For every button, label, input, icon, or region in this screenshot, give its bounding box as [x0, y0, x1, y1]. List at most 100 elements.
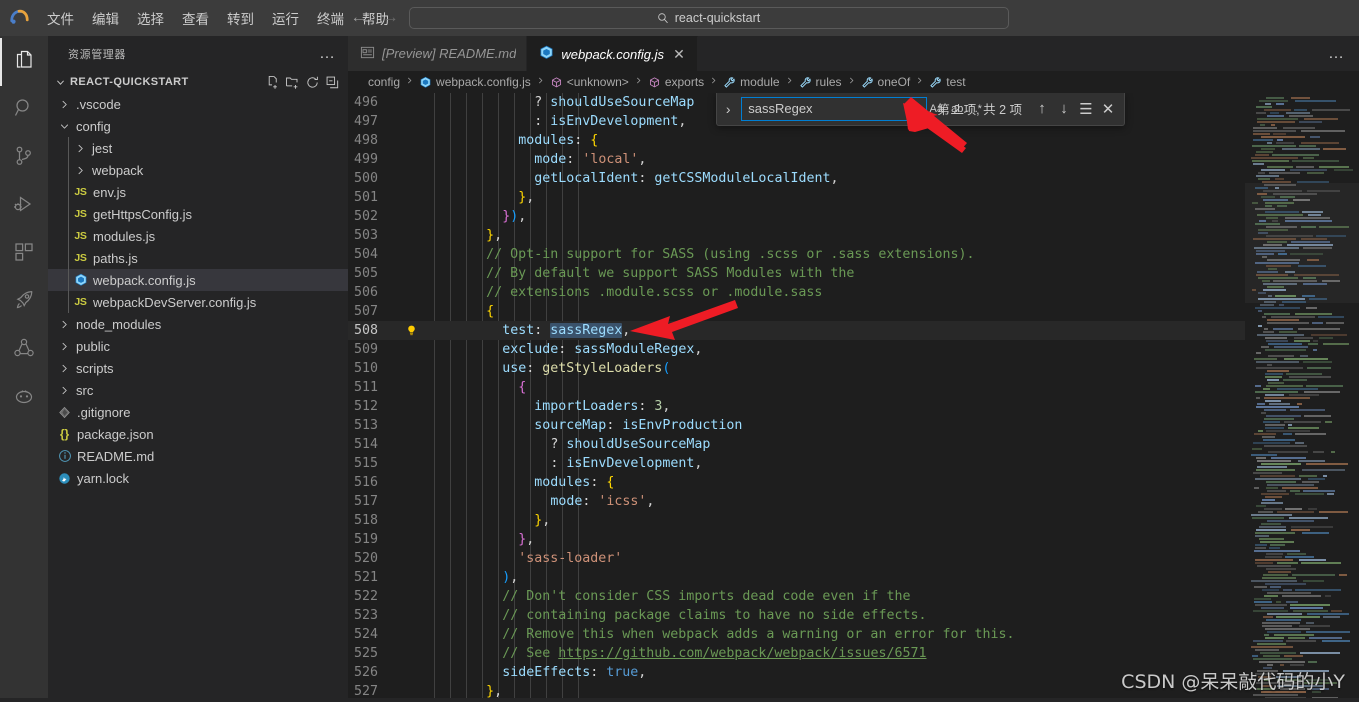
tree-item-webpack[interactable]: webpack	[48, 159, 348, 181]
code-line-524[interactable]: 524 // Remove this when webpack adds a wa…	[348, 625, 1245, 644]
activitybar-item-rocket[interactable]	[0, 278, 48, 326]
code-line-520[interactable]: 520 'sass-loader'	[348, 549, 1245, 568]
tree-item-webpack-config-js[interactable]: webpack.config.js	[48, 269, 348, 291]
code-line-501[interactable]: 501},	[348, 188, 1245, 207]
code-lines[interactable]: 496 ? shouldUseSourceMap 497: isEnvDevelop…	[348, 93, 1245, 702]
code-line-516[interactable]: 516 modules: {	[348, 473, 1245, 492]
code-line-519[interactable]: 519},	[348, 530, 1245, 549]
code-line-525[interactable]: 525 // See https://github.com/webpack/web…	[348, 644, 1245, 663]
refresh-icon[interactable]	[305, 75, 320, 90]
tree-item-public[interactable]: public	[48, 335, 348, 357]
activitybar-item-explorer[interactable]	[0, 38, 48, 86]
breadcrumb-item-unknown[interactable]: <unknown>	[549, 75, 630, 89]
code-line-512[interactable]: 512 importLoaders: 3,	[348, 397, 1245, 416]
breadcrumb-item-oneof[interactable]: oneOf	[860, 75, 912, 89]
tree-item-readme-md[interactable]: README.md	[48, 445, 348, 467]
quick-open-input[interactable]: react-quickstart	[408, 7, 1009, 29]
tree-item-jest[interactable]: jest	[48, 137, 348, 159]
code-line-517[interactable]: 517 mode: 'icss',	[348, 492, 1245, 511]
navigate-forward-button[interactable]: →	[383, 10, 399, 26]
code-line-526[interactable]: 526 sideEffects: true,	[348, 663, 1245, 682]
tree-item-env-js[interactable]: JS env.js	[48, 181, 348, 203]
lightbulb-icon[interactable]	[400, 324, 422, 338]
code-line-522[interactable]: 522 // Don't consider CSS imports dead co…	[348, 587, 1245, 606]
activitybar-item-extensions[interactable]	[0, 230, 48, 278]
breadcrumb-item-rules[interactable]: rules	[798, 75, 843, 89]
chevron-right-icon[interactable]	[56, 99, 72, 110]
tree-item-scripts[interactable]: scripts	[48, 357, 348, 379]
code-line-498[interactable]: 498 modules: {	[348, 131, 1245, 150]
chevron-right-icon[interactable]	[56, 319, 72, 330]
toggle-replace-icon[interactable]: ›	[719, 101, 737, 117]
menu-select[interactable]: 选择	[128, 5, 173, 31]
breadcrumb-item-module[interactable]: module	[722, 75, 780, 89]
find-input-box[interactable]: Aa ab .*	[741, 96, 982, 121]
find-in-selection-button[interactable]: ☰	[1076, 99, 1096, 119]
chevron-right-icon[interactable]	[56, 341, 72, 352]
minimap[interactable]	[1245, 93, 1359, 702]
close-icon[interactable]: ✕	[671, 47, 687, 61]
tab-webpack-config[interactable]: webpack.config.js ✕	[527, 36, 698, 71]
chevron-down-icon[interactable]	[56, 121, 72, 132]
code-line-504[interactable]: 504 // Opt-in support for SASS (using .sc…	[348, 245, 1245, 264]
next-match-button[interactable]: ↓	[1054, 99, 1074, 119]
code-line-523[interactable]: 523 // containing package claims to have …	[348, 606, 1245, 625]
menu-file[interactable]: 文件	[38, 5, 83, 31]
code-line-521[interactable]: 521),	[348, 568, 1245, 587]
tree-item-modules-js[interactable]: JS modules.js	[48, 225, 348, 247]
chevron-down-icon[interactable]	[52, 77, 68, 88]
chevron-right-icon[interactable]	[72, 143, 88, 154]
tree-item-node-modules[interactable]: node_modules	[48, 313, 348, 335]
collapse-all-icon[interactable]	[325, 75, 340, 90]
find-widget[interactable]: › Aa ab .* 第 2 项, 共 2 项 ↑ ↓	[716, 93, 1125, 126]
breadcrumb-item-webpack-config-js[interactable]: webpack.config.js	[418, 75, 532, 89]
breadcrumb-item-config[interactable]: config	[367, 75, 401, 89]
sidebar-more-actions-button[interactable]: …	[315, 45, 340, 61]
chevron-right-icon[interactable]	[56, 363, 72, 374]
tree-item-yarn-lock[interactable]: yarn.lock	[48, 467, 348, 489]
activitybar-item-share[interactable]	[0, 326, 48, 374]
activitybar-item-account-robot[interactable]	[0, 374, 48, 422]
activitybar-item-source-control[interactable]	[0, 134, 48, 182]
editor-more-actions-button[interactable]: …	[1324, 45, 1349, 61]
breadcrumb-item-exports[interactable]: exports	[647, 75, 705, 89]
tree-item-src[interactable]: src	[48, 379, 348, 401]
code-editor[interactable]: 496 ? shouldUseSourceMap 497: isEnvDevelop…	[348, 93, 1245, 702]
code-line-508[interactable]: 508 test: sassRegex,	[348, 321, 1245, 340]
menu-terminal[interactable]: 终端	[308, 5, 353, 31]
code-line-514[interactable]: 514 ? shouldUseSourceMap	[348, 435, 1245, 454]
activitybar-item-search[interactable]	[0, 86, 48, 134]
breadcrumb-item-test[interactable]: test	[928, 75, 966, 89]
tree-item-paths-js[interactable]: JS paths.js	[48, 247, 348, 269]
previous-match-button[interactable]: ↑	[1032, 99, 1052, 119]
activitybar-item-run-and-debug[interactable]	[0, 182, 48, 230]
menu-run[interactable]: 运行	[263, 5, 308, 31]
chevron-right-icon[interactable]	[56, 385, 72, 396]
menu-bar[interactable]: 文件 编辑 选择 查看 转到 运行 终端 帮助	[38, 5, 398, 31]
menu-edit[interactable]: 编辑	[83, 5, 128, 31]
menu-goto[interactable]: 转到	[218, 5, 263, 31]
tree-item-config[interactable]: config	[48, 115, 348, 137]
new-folder-icon[interactable]	[285, 75, 300, 90]
code-line-507[interactable]: 507 {	[348, 302, 1245, 321]
code-line-499[interactable]: 499 mode: 'local',	[348, 150, 1245, 169]
tree-item-webpackdevserver-config-js[interactable]: JS webpackDevServer.config.js	[48, 291, 348, 313]
code-line-500[interactable]: 500 getLocalIdent: getCSSModuleLocalIdent…	[348, 169, 1245, 188]
tree-item-package-json[interactable]: {} package.json	[48, 423, 348, 445]
tree-item--gitignore[interactable]: .gitignore	[48, 401, 348, 423]
code-line-515[interactable]: 515: isEnvDevelopment,	[348, 454, 1245, 473]
new-file-icon[interactable]	[265, 75, 280, 90]
tree-item-gethttpsconfig-js[interactable]: JS getHttpsConfig.js	[48, 203, 348, 225]
close-find-button[interactable]: ✕	[1098, 99, 1118, 119]
file-tree[interactable]: .vscode config jest webpack JS env.js JS getHtt…	[48, 93, 348, 702]
explorer-section-header[interactable]: REACT-QUICKSTART	[48, 71, 348, 93]
breadcrumb[interactable]: config webpack.config.js <unknown> exports m…	[348, 71, 1359, 93]
code-line-513[interactable]: 513 sourceMap: isEnvProduction	[348, 416, 1245, 435]
code-line-510[interactable]: 510 use: getStyleLoaders(	[348, 359, 1245, 378]
code-line-506[interactable]: 506 // extensions .module.scss or .module…	[348, 283, 1245, 302]
code-line-505[interactable]: 505 // By default we support SASS Modules…	[348, 264, 1245, 283]
menu-view[interactable]: 查看	[173, 5, 218, 31]
code-line-503[interactable]: 503},	[348, 226, 1245, 245]
navigate-back-button[interactable]: ←	[351, 10, 367, 26]
tab-readme-preview[interactable]: [Preview] README.md	[348, 36, 528, 71]
